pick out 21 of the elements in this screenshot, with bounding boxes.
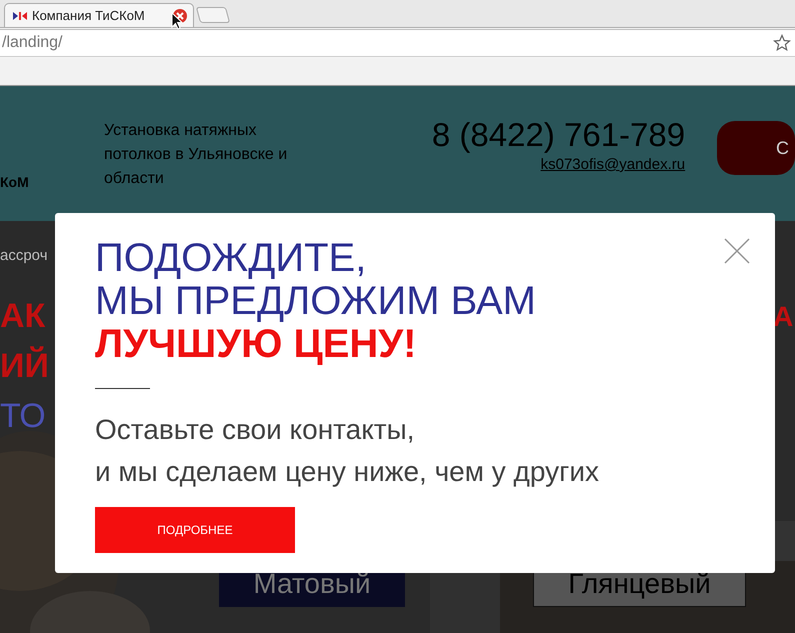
headline-text: ТО (0, 396, 46, 437)
popup-subtitle: Оставьте свои контакты, (95, 413, 416, 447)
phone-number: 8 (8422) 761-789 (430, 116, 686, 154)
logo-text: КоМ (0, 174, 29, 190)
star-icon[interactable] (773, 34, 791, 52)
headline-text: А (773, 301, 794, 333)
headline-text: АК (0, 296, 46, 337)
favicon-icon (13, 10, 27, 20)
browser-tab[interactable]: Компания ТиСКоМ (4, 3, 194, 27)
headline-text: ИЙ (0, 345, 49, 387)
callback-button[interactable]: С (717, 121, 795, 175)
installment-text: ассроч (0, 247, 48, 264)
tab-title: Компания ТиСКоМ (32, 8, 146, 23)
email-link[interactable]: ks073ofis@yandex.ru (540, 156, 686, 173)
popup-title: ЛУЧШУЮ ЦЕНУ! (95, 323, 418, 366)
popup-subtitle: и мы сделаем цену ниже, чем у других (95, 455, 600, 489)
address-bar[interactable]: /landing/ (0, 29, 795, 57)
more-button[interactable]: ПОДРОБНЕЕ (95, 507, 295, 553)
popup-title: МЫ ПРЕДЛОЖИМ ВАМ (95, 280, 537, 323)
popup-title: ПОДОЖДИТЕ, (95, 237, 368, 280)
tagline: Установка натяжных потолков в Ульяновске и области (104, 121, 288, 189)
